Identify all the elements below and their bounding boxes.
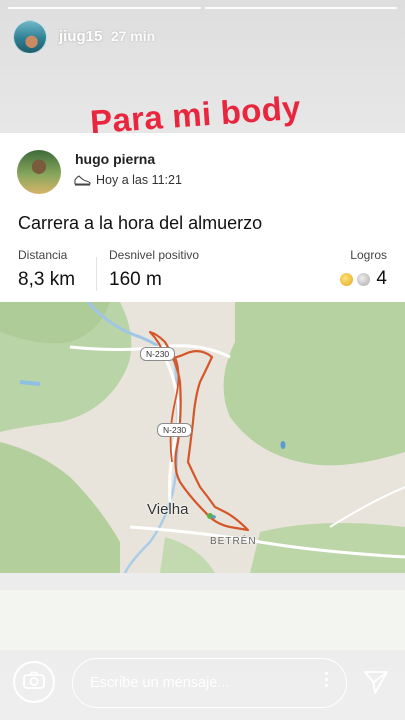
progress-segment	[204, 7, 397, 9]
send-icon	[362, 671, 390, 700]
road-label: N-230	[140, 347, 176, 361]
shoe-icon	[74, 174, 91, 186]
town-label: Vielha	[147, 501, 189, 518]
gold-medal-icon	[340, 272, 354, 286]
progress-segment	[8, 7, 201, 9]
stat-label: Logros	[350, 248, 387, 262]
stat-value: 160 m	[109, 269, 162, 290]
stat-achievements: Logros 4	[340, 248, 387, 290]
message-input[interactable]: Escribe un mensaje...	[72, 658, 347, 708]
activity-meta: Hoy a las 11:21	[74, 173, 182, 187]
activity-card: hugo pierna Hoy a las 11:21 Carrera a la…	[0, 133, 405, 573]
camera-button[interactable]	[13, 661, 55, 703]
send-button[interactable]	[362, 668, 390, 696]
activity-timestamp: Hoy a las 11:21	[96, 173, 182, 187]
stat-label: Desnivel positivo	[109, 248, 200, 262]
route-map[interactable]: N-230 N-230 Vielha BETRÉN	[0, 302, 405, 573]
avatar[interactable]	[13, 20, 47, 54]
athlete-avatar	[17, 150, 61, 194]
story-username[interactable]: jiug15	[59, 28, 102, 45]
silver-medal-icon	[357, 272, 371, 286]
stat-value: 8,3 km	[18, 269, 76, 290]
stat-elevation: Desnivel positivo 160 m	[109, 248, 199, 291]
story-composer: Escribe un mensaje...	[0, 654, 405, 708]
message-placeholder: Escribe un mensaje...	[90, 675, 230, 691]
stat-distance: Distancia 8,3 km	[18, 248, 75, 291]
town-label: BETRÉN	[210, 536, 257, 547]
activity-title: Carrera a la hora del almuerzo	[18, 213, 263, 233]
achievements-count: 4	[376, 268, 387, 289]
story-progress-bar	[8, 7, 397, 9]
road-label: N-230	[157, 423, 193, 437]
stat-divider	[96, 257, 97, 291]
story-time-ago: 27 min	[110, 28, 156, 44]
story-header[interactable]: jiug15 27 min	[13, 20, 155, 54]
camera-icon	[23, 671, 45, 694]
athlete-name: hugo pierna	[75, 151, 156, 167]
card-background-band	[0, 590, 405, 650]
stat-label: Distancia	[18, 248, 68, 262]
more-dots-icon[interactable]	[325, 672, 328, 687]
